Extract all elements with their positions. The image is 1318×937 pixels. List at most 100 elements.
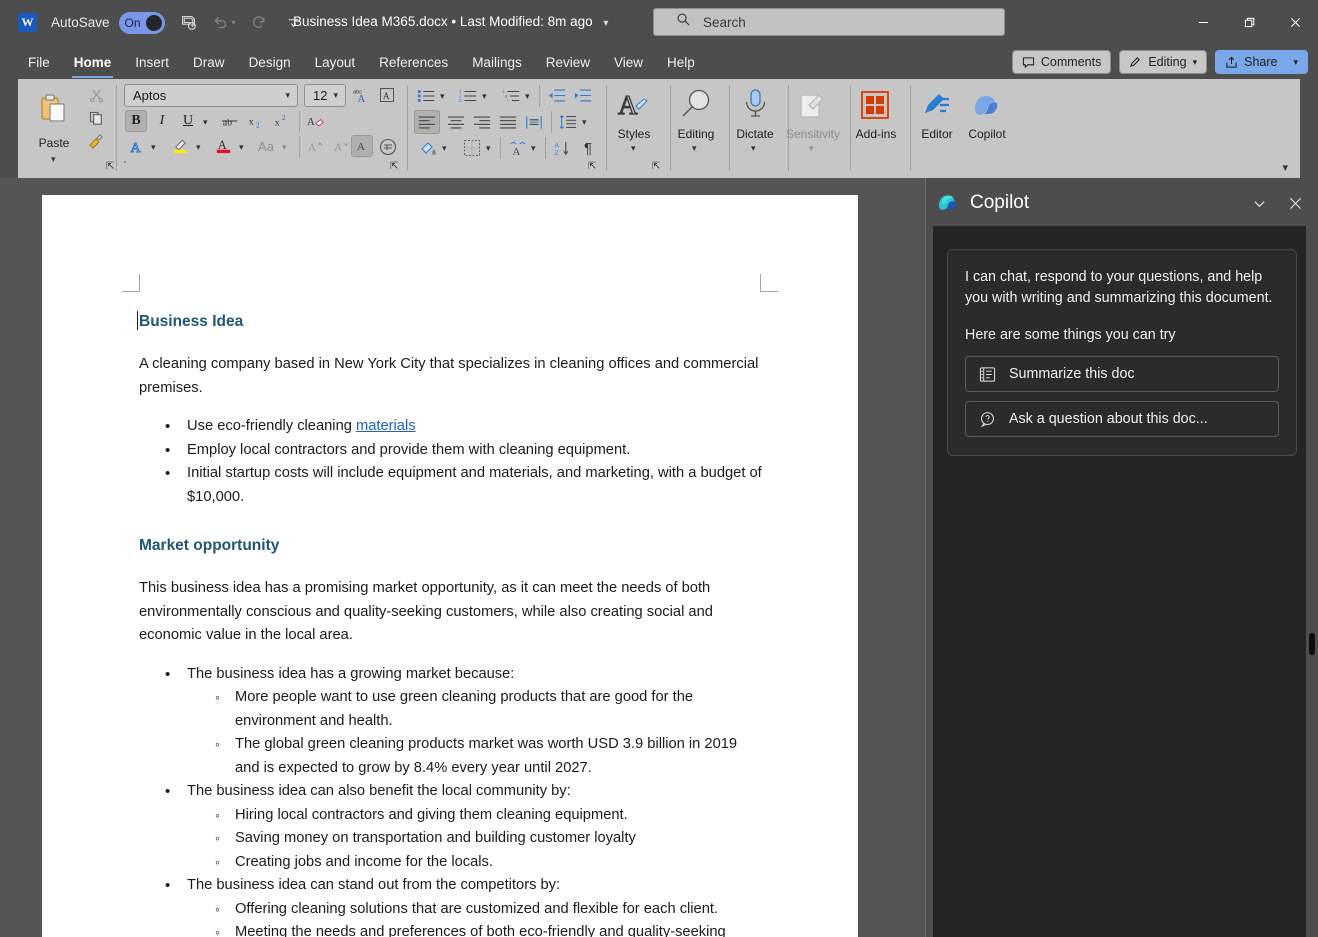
minimize-button[interactable]	[1180, 0, 1226, 45]
borders-chevron-down-icon[interactable]: ▾	[486, 143, 491, 154]
list-item: Initial startup costs will include equip…	[139, 462, 764, 509]
sort-button[interactable]: AZ	[550, 136, 574, 160]
document-content[interactable]: Business Idea A cleaning company based i…	[137, 311, 764, 937]
bold-button[interactable]: B	[125, 110, 147, 132]
justify-button[interactable]	[495, 110, 521, 134]
copilot-suggestion-summarize[interactable]: Summarize this doc	[965, 356, 1279, 392]
highlight-color-button[interactable]	[168, 133, 192, 157]
editor-button[interactable]	[914, 85, 960, 125]
tab-references[interactable]: References	[368, 51, 459, 74]
strikethrough-button[interactable]: ab	[218, 110, 242, 132]
redo-icon[interactable]	[251, 14, 268, 31]
tab-insert[interactable]: Insert	[124, 51, 180, 74]
bullets-chevron-down-icon[interactable]: ▾	[440, 91, 445, 102]
enclose-characters-button[interactable]	[376, 135, 399, 158]
tab-mailings[interactable]: Mailings	[461, 51, 533, 74]
ribbon-collapse-chevron-down-icon[interactable]: ▾	[1282, 161, 1288, 174]
multilevel-chevron-down-icon[interactable]: ▾	[525, 91, 530, 102]
comments-button[interactable]: Comments	[1011, 50, 1112, 74]
paste-chevron-down-icon[interactable]: ▾	[51, 154, 56, 165]
scrollbar-thumb[interactable]	[1309, 633, 1315, 655]
tab-file[interactable]: File	[17, 51, 61, 74]
copilot-collapse-button[interactable]	[1246, 190, 1272, 216]
superscript-button[interactable]: x2	[270, 110, 294, 132]
font-dialog-launcher-icon[interactable]: ⇱	[390, 161, 398, 172]
addins-button[interactable]	[852, 85, 898, 125]
format-painter-button[interactable]	[84, 130, 108, 152]
bullets-button[interactable]	[414, 84, 438, 106]
phonetic-guide-button[interactable]: abc A	[349, 84, 372, 107]
line-spacing-chevron-down-icon[interactable]: ▾	[582, 117, 587, 128]
dictate-chevron-down-icon[interactable]: ▾	[751, 143, 756, 154]
document-page[interactable]: Business Idea A cleaning company based i…	[42, 195, 858, 937]
styles-button[interactable]: A	[612, 85, 656, 125]
font-color-button[interactable]: A	[211, 133, 235, 157]
align-center-button[interactable]	[443, 110, 469, 134]
text-effects-chevron-down-icon[interactable]: ▾	[151, 142, 156, 153]
numbering-button[interactable]: 123	[456, 84, 480, 106]
styles-chevron-down-icon[interactable]: ▾	[631, 143, 636, 154]
shading-button[interactable]	[416, 136, 440, 160]
align-right-button[interactable]	[469, 110, 495, 134]
shading-chevron-down-icon[interactable]: ▾	[442, 143, 447, 154]
editing-button[interactable]	[673, 85, 719, 125]
editing-chevron-down-icon[interactable]: ▾	[692, 143, 697, 154]
hyperlink-materials[interactable]: materials	[356, 418, 416, 434]
close-button[interactable]	[1272, 0, 1318, 45]
asian-layout-button[interactable]: A	[505, 136, 529, 160]
save-icon[interactable]	[180, 14, 197, 31]
borders-button[interactable]	[460, 136, 484, 160]
italic-button[interactable]: I	[151, 110, 173, 132]
styles-dialog-launcher-icon[interactable]: ⇱	[652, 161, 660, 172]
copilot-ribbon-button[interactable]	[964, 85, 1010, 125]
subscript-button[interactable]: x2	[244, 110, 268, 132]
dictate-button[interactable]	[732, 85, 778, 125]
title-bar: W AutoSave On ▾ Business Idea M365.docx …	[0, 0, 1318, 45]
character-border-button[interactable]: A	[376, 84, 398, 106]
tab-draw[interactable]: Draw	[182, 51, 236, 74]
document-title[interactable]: Business Idea M365.docx • Last Modified:…	[293, 14, 608, 29]
copy-button[interactable]	[84, 107, 108, 129]
change-case-chevron-down-icon[interactable]: ▾	[282, 142, 287, 153]
copilot-suggestion-ask[interactable]: Ask a question about this doc...	[965, 401, 1279, 437]
multilevel-list-button[interactable]: 1ai	[499, 84, 523, 106]
vertical-scrollbar[interactable]	[1306, 178, 1318, 937]
decrease-indent-button[interactable]	[545, 84, 569, 106]
font-size-input[interactable]: 12 ▾	[304, 84, 346, 107]
change-case-button[interactable]: Aa	[253, 135, 279, 157]
distributed-align-button[interactable]	[521, 110, 547, 134]
asian-layout-chevron-down-icon[interactable]: ▾	[531, 143, 536, 154]
copilot-close-button[interactable]	[1282, 190, 1308, 216]
increase-indent-button[interactable]	[571, 84, 595, 106]
font-color-chevron-down-icon[interactable]: ▾	[239, 142, 244, 153]
numbering-chevron-down-icon[interactable]: ▾	[482, 91, 487, 102]
highlight-chevron-down-icon[interactable]: ▾	[196, 142, 201, 153]
align-left-button[interactable]	[414, 110, 440, 134]
font-family-combo[interactable]	[124, 161, 126, 163]
autosave-toggle[interactable]: On	[118, 11, 165, 34]
line-spacing-button[interactable]	[556, 110, 580, 134]
search-box[interactable]: Search	[653, 8, 1005, 36]
clipboard-dialog-launcher-icon[interactable]: ⇱	[106, 161, 114, 172]
underline-button[interactable]: U	[177, 110, 199, 132]
paste-button[interactable]	[28, 84, 80, 134]
tab-review[interactable]: Review	[535, 51, 601, 74]
grow-font-button[interactable]: A	[304, 135, 328, 157]
text-effects-button[interactable]: A	[125, 135, 149, 157]
undo-icon[interactable]: ▾	[212, 14, 236, 31]
tab-home[interactable]: Home	[63, 51, 123, 78]
tab-design[interactable]: Design	[238, 51, 302, 74]
clear-formatting-button[interactable]: A	[304, 110, 328, 132]
editing-mode-button[interactable]: Editing ▾	[1119, 50, 1208, 74]
strikethrough-icon: ab	[221, 118, 238, 129]
tab-layout[interactable]: Layout	[304, 51, 367, 74]
paragraph-dialog-launcher-icon[interactable]: ⇱	[588, 161, 596, 172]
character-shading-button[interactable]: A	[351, 135, 373, 157]
share-button[interactable]: Share ▾	[1215, 50, 1308, 74]
tab-help[interactable]: Help	[656, 51, 706, 74]
font-family-input[interactable]: Aptos ▾	[124, 84, 298, 107]
underline-chevron-down-icon[interactable]: ▾	[203, 117, 208, 128]
restore-button[interactable]	[1226, 0, 1272, 45]
tab-view[interactable]: View	[603, 51, 654, 74]
show-formatting-marks-button[interactable]: ¶	[576, 136, 600, 160]
